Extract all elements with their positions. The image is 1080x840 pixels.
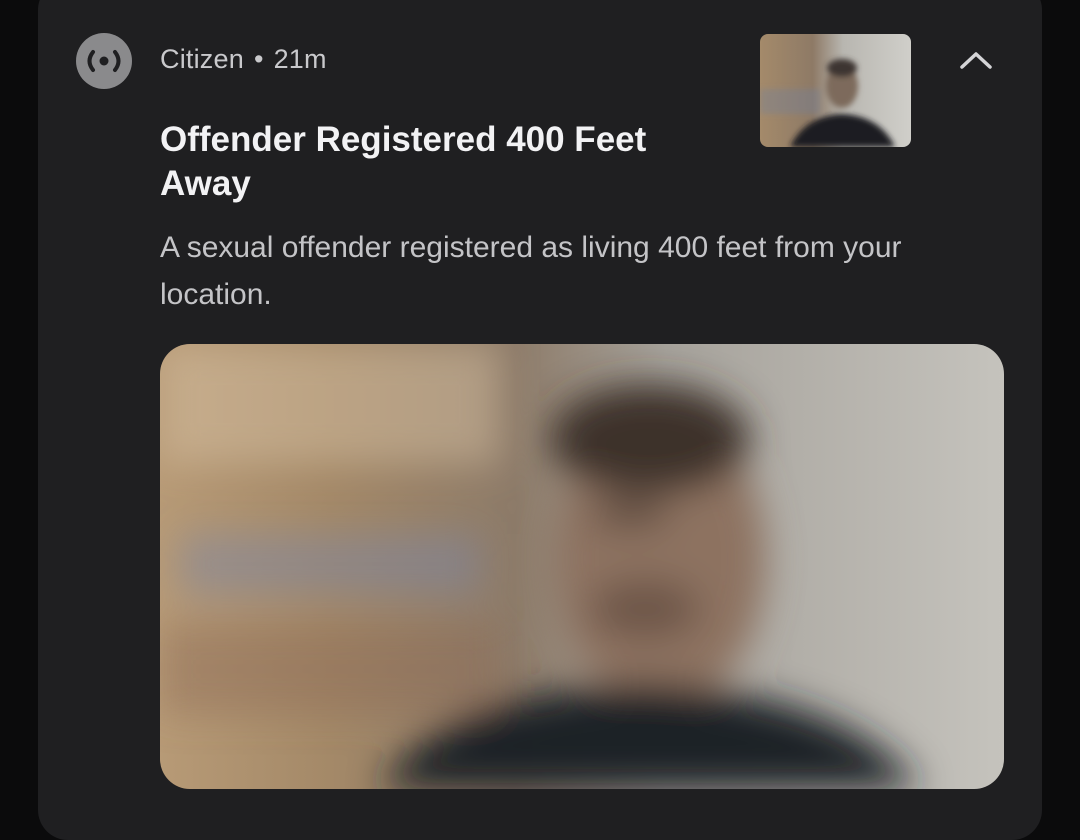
notification-time: 21m [273,44,327,74]
header-separator: • [253,44,264,74]
collapse-button[interactable] [946,36,1006,84]
citizen-app-icon [76,33,132,89]
notification-title: Offender Registered 400 Feet Away [160,120,647,203]
app-name: Citizen [160,44,244,74]
chevron-up-icon [960,52,992,69]
notification-body: A sexual offender registered as living 4… [160,231,902,311]
notification-header: Citizen • 21m [160,44,327,75]
notification-image[interactable] [160,344,1004,789]
notification-thumbnail [760,34,911,147]
